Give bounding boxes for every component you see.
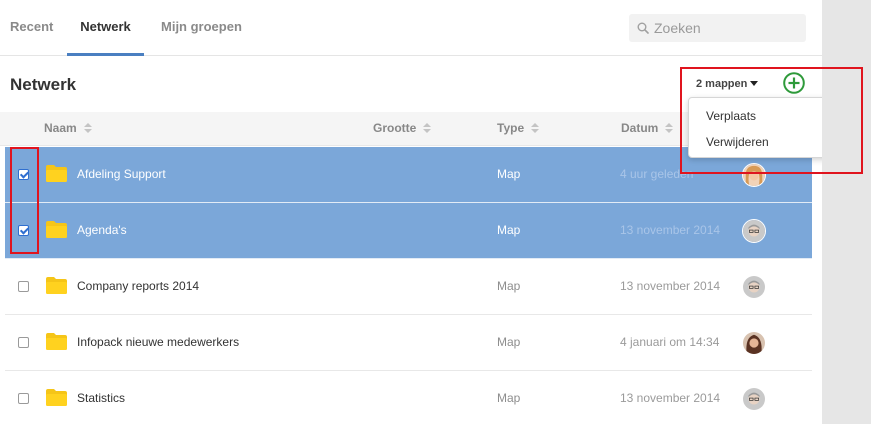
row-checkbox[interactable] xyxy=(18,393,29,404)
row-type: Map xyxy=(497,391,521,405)
avatar xyxy=(742,219,766,243)
sort-icon xyxy=(83,123,92,133)
search-box[interactable] xyxy=(629,14,806,42)
sort-icon xyxy=(665,123,674,133)
row-checkbox[interactable] xyxy=(18,337,29,348)
row-checkbox[interactable] xyxy=(18,281,29,292)
folder-icon xyxy=(46,165,67,182)
row-date: 13 november 2014 xyxy=(620,391,721,405)
row-type: Map xyxy=(497,335,521,349)
column-header-naam[interactable]: Naam xyxy=(44,112,92,145)
table-row[interactable]: Agenda's Map 13 november 2014 xyxy=(5,203,812,259)
row-type: Map xyxy=(497,167,521,181)
row-checkbox[interactable] xyxy=(18,169,29,180)
plus-circle-icon xyxy=(783,72,805,94)
sort-icon xyxy=(531,123,540,133)
avatar xyxy=(742,387,766,411)
row-date: 4 uur geleden xyxy=(620,167,694,181)
tab-mijn-groepen[interactable]: Mijn groepen xyxy=(161,0,242,56)
add-button[interactable] xyxy=(783,72,805,94)
sort-icon xyxy=(423,123,432,133)
column-header-type[interactable]: Type xyxy=(497,112,540,145)
caret-down-icon xyxy=(750,81,759,86)
row-name: Company reports 2014 xyxy=(77,279,200,293)
folder-icon xyxy=(46,333,67,350)
row-type: Map xyxy=(497,279,521,293)
search-icon xyxy=(637,22,649,34)
folder-icon xyxy=(46,221,67,238)
row-name: Afdeling Support xyxy=(77,167,166,181)
avatar xyxy=(742,331,766,355)
tab-recent[interactable]: Recent xyxy=(10,0,53,56)
selection-count-label: 2 mappen xyxy=(696,78,748,90)
row-checkbox[interactable] xyxy=(18,225,29,236)
column-header-datum[interactable]: Datum xyxy=(621,112,674,145)
row-name: Infopack nieuwe medewerkers xyxy=(77,335,240,349)
table-row[interactable]: Infopack nieuwe medewerkers Map 4 januar… xyxy=(5,315,812,371)
column-label: Type xyxy=(497,121,525,135)
right-side-panel xyxy=(822,0,871,424)
row-date: 13 november 2014 xyxy=(620,279,721,293)
selection-dropdown-toggle[interactable]: 2 mappen xyxy=(696,78,759,90)
column-label: Datum xyxy=(621,121,659,135)
row-type: Map xyxy=(497,223,521,237)
table-row[interactable]: Statistics Map 13 november 2014 xyxy=(5,371,812,424)
row-date: 4 januari om 14:34 xyxy=(620,335,720,349)
menu-item-verwijderen[interactable]: Verwijderen xyxy=(706,135,769,149)
avatar xyxy=(742,275,766,299)
folder-icon xyxy=(46,389,67,406)
row-name: Agenda's xyxy=(77,223,127,237)
row-date: 13 november 2014 xyxy=(620,223,721,237)
search-input[interactable] xyxy=(654,18,799,38)
tab-bar: Recent Netwerk Mijn groepen xyxy=(0,0,822,56)
tab-netwerk[interactable]: Netwerk xyxy=(67,0,144,56)
column-header-grootte[interactable]: Grootte xyxy=(373,112,432,145)
avatar xyxy=(742,163,766,187)
page-title: Netwerk xyxy=(10,75,77,94)
column-label: Naam xyxy=(44,121,77,135)
menu-item-verplaats[interactable]: Verplaats xyxy=(706,109,756,123)
row-name: Statistics xyxy=(77,391,126,405)
folder-icon xyxy=(46,277,67,294)
main-content: Recent Netwerk Mijn groepen Netwerk 2 ma… xyxy=(0,0,857,424)
column-label: Grootte xyxy=(373,121,417,135)
table-row[interactable]: Company reports 2014 Map 13 november 201… xyxy=(5,259,812,315)
